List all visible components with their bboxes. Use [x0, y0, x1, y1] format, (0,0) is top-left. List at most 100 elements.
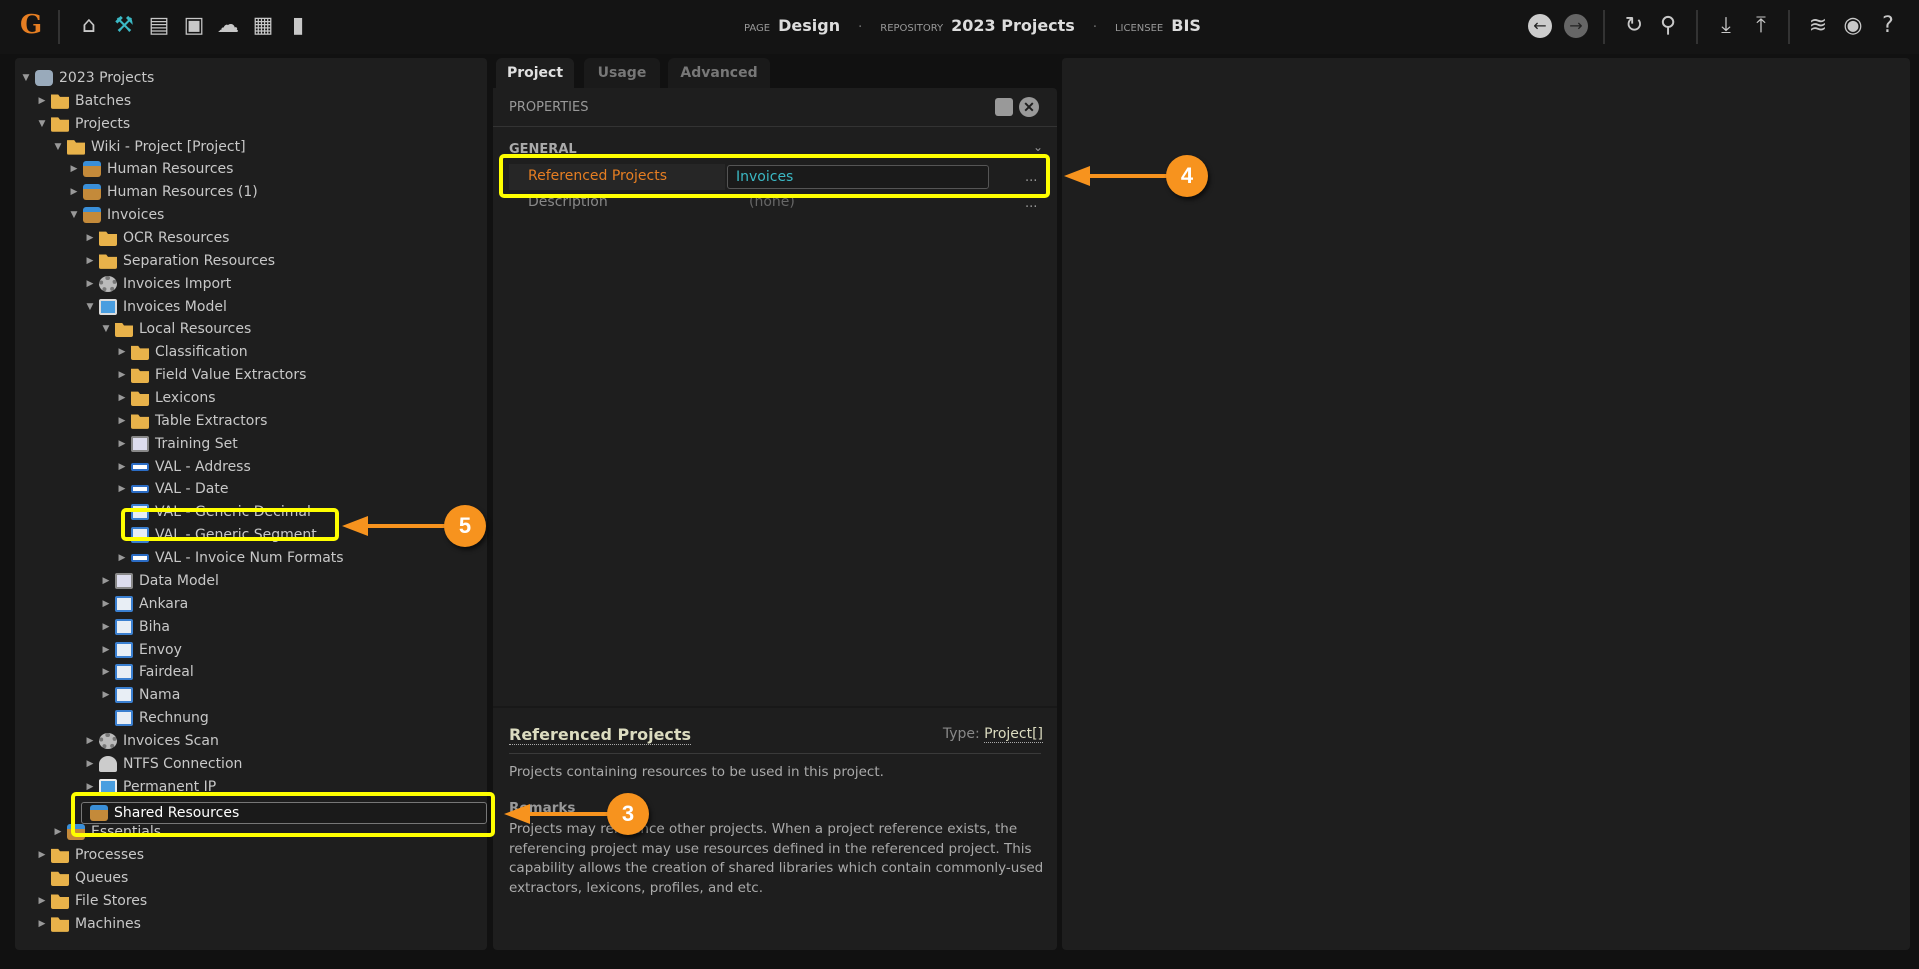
tree-item[interactable]: ▶ OCR Resources [83, 227, 229, 249]
tree-item[interactable]: ▶ VAL - Date [115, 478, 229, 500]
tools-icon[interactable]: ⚒ [110, 12, 138, 40]
tree-item[interactable]: ▶ Table Extractors [115, 410, 267, 432]
app-logo[interactable]: G [20, 10, 42, 40]
save-icon[interactable] [995, 98, 1013, 116]
expand-right-icon[interactable]: ▶ [83, 736, 97, 746]
expand-right-icon[interactable]: ▶ [67, 187, 81, 197]
tab-advanced[interactable]: Advanced [668, 58, 770, 88]
expand-right-icon[interactable]: ▶ [99, 622, 113, 632]
tree-item[interactable]: ▶ Processes [35, 844, 144, 866]
expand-right-icon[interactable]: ▶ [99, 690, 113, 700]
tree-item[interactable]: ▶ Ankara [99, 593, 188, 615]
expand-right-icon[interactable]: ▶ [35, 850, 49, 860]
help-icon[interactable]: ? [1874, 12, 1902, 40]
expand-right-icon[interactable]: ▶ [35, 896, 49, 906]
tree-item[interactable]: ▶ Biha [99, 616, 170, 638]
tree-item[interactable]: ▼ 2023 Projects [19, 67, 154, 89]
tree-item[interactable]: ▶ Batches [35, 90, 131, 112]
expand-right-icon[interactable]: ▶ [115, 347, 129, 357]
expand-right-icon[interactable]: ▶ [115, 370, 129, 380]
cloud-upload-icon[interactable]: ☁ [214, 12, 242, 40]
expand-right-icon[interactable]: ▶ [115, 553, 129, 563]
expand-right-icon[interactable]: ▶ [99, 599, 113, 609]
expand-right-icon[interactable]: ▶ [115, 462, 129, 472]
media-icon[interactable]: ▣ [180, 12, 208, 40]
expand-right-icon[interactable]: ▶ [99, 645, 113, 655]
tree-item[interactable]: ▼ Local Resources [99, 318, 251, 340]
tree-item[interactable]: Queues [35, 867, 128, 889]
tree-item-label: Invoices Model [123, 298, 227, 315]
tree-item[interactable]: ▶ NTFS Connection [83, 753, 242, 775]
expand-right-icon[interactable]: ▶ [99, 667, 113, 677]
val-icon [131, 485, 149, 494]
tree-item[interactable]: ▶ Training Set [115, 433, 238, 455]
tree-item[interactable]: ▶ VAL - Address [115, 456, 251, 478]
tree-item[interactable]: ▼ Wiki - Project [Project] [51, 136, 246, 158]
expand-right-icon[interactable]: ▶ [115, 416, 129, 426]
expand-right-icon[interactable]: ▶ [83, 279, 97, 289]
forward-icon[interactable]: → [1564, 14, 1588, 38]
tab-usage[interactable]: Usage [584, 58, 660, 88]
archive-icon[interactable]: ▤ [145, 12, 173, 40]
expand-right-icon[interactable]: ▶ [83, 782, 97, 792]
close-icon[interactable]: ✕ [1019, 97, 1039, 117]
search-icon[interactable]: ⚲ [1654, 12, 1682, 40]
type-link[interactable]: Project[] [984, 726, 1043, 743]
tree-item[interactable]: ▶ Data Model [99, 570, 219, 592]
description-more-button[interactable]: ... [1025, 196, 1037, 211]
expand-down-icon[interactable]: ▼ [19, 73, 33, 83]
tree-item[interactable]: ▼ Projects [35, 113, 130, 135]
expand-down-icon[interactable]: ▼ [51, 142, 65, 152]
tree-item[interactable]: ▶ File Stores [35, 890, 147, 912]
collapse-chevron-icon[interactable]: ⌄ [1033, 140, 1043, 154]
expand-right-icon[interactable]: ▶ [67, 164, 81, 174]
expand-down-icon[interactable]: ▼ [99, 324, 113, 334]
tab-project[interactable]: Project [496, 58, 574, 88]
back-icon[interactable]: ← [1528, 14, 1552, 38]
tree-item[interactable]: ▶ Classification [115, 341, 248, 363]
upload-icon[interactable]: ⤒ [1747, 12, 1775, 40]
tree-item[interactable]: ▶ Human Resources (1) [67, 181, 258, 203]
briefcase-clock-icon[interactable]: ▦ [249, 12, 277, 40]
expand-right-icon[interactable]: ▶ [83, 233, 97, 243]
user-icon[interactable]: ◉ [1839, 12, 1867, 40]
expand-right-icon[interactable]: ▶ [115, 484, 129, 494]
tree-item[interactable]: ▶ Lexicons [115, 387, 216, 409]
callout-arrow-3 [528, 812, 612, 816]
bar-chart-icon[interactable]: ▮ [284, 12, 312, 40]
expand-right-icon[interactable]: ▶ [35, 96, 49, 106]
tree-item[interactable]: ▼ Invoices [67, 204, 164, 226]
database-icon[interactable]: ≋ [1804, 12, 1832, 40]
home-icon[interactable]: ⌂ [75, 12, 103, 40]
tree-item-label: Data Model [139, 572, 219, 589]
expand-right-icon[interactable]: ▶ [51, 827, 65, 837]
tree-item-label: Envoy [139, 641, 182, 658]
tree-item[interactable]: ▶ Separation Resources [83, 250, 275, 272]
expand-right-icon[interactable]: ▶ [35, 919, 49, 929]
tree-item[interactable]: ▼ Invoices Model [83, 296, 227, 318]
tree-item[interactable]: Rechnung [99, 707, 209, 729]
tree-item[interactable]: ▶ Field Value Extractors [115, 364, 306, 386]
separator-dot: · [858, 20, 863, 35]
expand-down-icon[interactable]: ▼ [67, 210, 81, 220]
expand-right-icon[interactable]: ▶ [83, 256, 97, 266]
download-icon[interactable]: ⤓ [1712, 12, 1740, 40]
licensee-value: BIS [1171, 16, 1201, 35]
net-icon [99, 755, 117, 772]
expand-right-icon[interactable]: ▶ [83, 759, 97, 769]
tree-item[interactable]: ▶ Invoices Scan [83, 730, 219, 752]
expand-down-icon[interactable]: ▼ [83, 302, 97, 312]
tree-item-label: Queues [75, 870, 129, 887]
expand-right-icon[interactable]: ▶ [115, 393, 129, 403]
tree-item[interactable]: ▶ Fairdeal [99, 661, 194, 683]
tree-item[interactable]: ▶ Envoy [99, 639, 182, 661]
expand-right-icon[interactable]: ▶ [115, 439, 129, 449]
tree-item[interactable]: ▶ Machines [35, 913, 141, 935]
tree-item[interactable]: ▶ Nama [99, 684, 180, 706]
tree-item[interactable]: ▶ VAL - Invoice Num Formats [115, 547, 344, 569]
expand-right-icon[interactable]: ▶ [99, 576, 113, 586]
tree-item[interactable]: ▶ Human Resources [67, 158, 233, 180]
tree-item[interactable]: ▶ Invoices Import [83, 273, 231, 295]
expand-down-icon[interactable]: ▼ [35, 119, 49, 129]
refresh-icon[interactable]: ↻ [1620, 12, 1648, 40]
